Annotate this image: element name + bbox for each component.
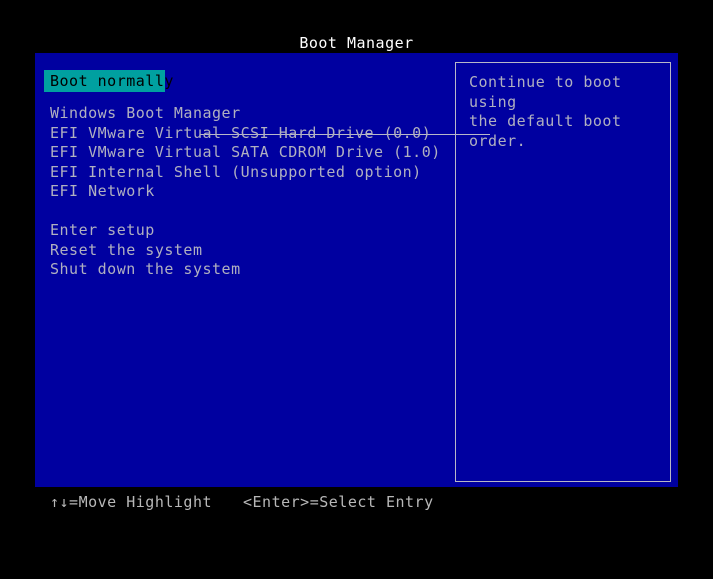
menu-item-windows-boot-manager[interactable]: Windows Boot Manager (50, 104, 450, 124)
bios-boot-manager-screen: Boot Manager Boot normally Windows Boot … (0, 0, 713, 549)
menu-item-efi-vmware-virtual-sata-cdrom-drive-1-0[interactable]: EFI VMware Virtual SATA CDROM Drive (1.0… (50, 143, 450, 163)
page-title: Boot Manager (0, 33, 713, 53)
menu-item-efi-vmware-virtual-scsi-hard-drive-0-0[interactable]: EFI VMware Virtual SCSI Hard Drive (0.0) (50, 124, 450, 144)
help-panel: Continue to boot using the default boot … (455, 62, 671, 482)
menu-item-boot-normally[interactable]: Boot normally (44, 70, 165, 92)
menu-spacer (50, 202, 450, 222)
footer-hint-bar: ↑↓=Move Highlight <Enter>=Select Entry (0, 491, 713, 513)
menu-item-efi-network[interactable]: EFI Network (50, 182, 450, 202)
help-panel-text: Continue to boot using the default boot … (469, 73, 659, 151)
menu-item-reset-the-system[interactable]: Reset the system (50, 241, 450, 261)
menu-item-enter-setup[interactable]: Enter setup (50, 221, 450, 241)
hint-select-entry: <Enter>=Select Entry (243, 491, 434, 513)
menu-item-shut-down-the-system[interactable]: Shut down the system (50, 260, 450, 280)
boot-menu-list: Windows Boot ManagerEFI VMware Virtual S… (50, 104, 450, 280)
hint-move-highlight: ↑↓=Move Highlight (50, 491, 212, 513)
menu-item-efi-internal-shell-unsupported-option[interactable]: EFI Internal Shell (Unsupported option) (50, 163, 450, 183)
